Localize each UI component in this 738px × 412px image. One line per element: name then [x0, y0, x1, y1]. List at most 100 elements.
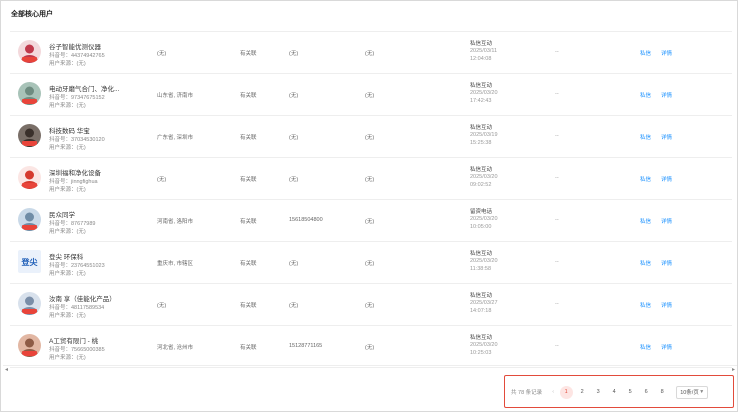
- page-button-6[interactable]: 6: [640, 386, 653, 399]
- user-relation: 有关联: [240, 261, 257, 267]
- user-region: 广东省, 深圳市: [157, 135, 194, 141]
- user-source: 用户来源：(无): [49, 61, 86, 67]
- detail-link[interactable]: 详情: [661, 343, 672, 351]
- user-relation: 有关联: [240, 51, 257, 57]
- user-table: 谷子智能优测仪器 抖音号：44374942765 用户来源：(无) (无) 有关…: [10, 31, 732, 368]
- user-phone: (无): [289, 261, 299, 267]
- message-link[interactable]: 私信: [640, 49, 651, 57]
- last-action: 私信互动: [470, 335, 493, 341]
- avatar-logo-text: 登尖: [21, 257, 38, 267]
- page-size-label: 10条/页: [680, 390, 699, 396]
- last-action-date: 2025/03/19: [470, 132, 498, 138]
- last-action-date: 2025/03/20: [470, 174, 498, 180]
- user-account-id: 抖音号：23764551023: [49, 263, 105, 269]
- message-link[interactable]: 私信: [640, 175, 651, 183]
- last-action-date: 2025/03/20: [470, 216, 498, 222]
- page-button-5[interactable]: 5: [624, 386, 637, 399]
- last-action-time: 10:05:00: [470, 224, 492, 230]
- message-link[interactable]: 私信: [640, 91, 651, 99]
- user-nickname: 科技数码 华宝: [49, 128, 90, 135]
- user-source: 用户来源：(无): [49, 229, 86, 235]
- page-button-4[interactable]: 4: [608, 386, 621, 399]
- page-size-select[interactable]: 10条/页 ▼: [676, 385, 709, 399]
- panel-title: 全部核心用户: [11, 11, 53, 18]
- horizontal-scrollbar[interactable]: ◂ ▸: [3, 365, 737, 373]
- user-region: (无): [157, 177, 167, 183]
- avatar-badge: [22, 99, 37, 104]
- user-relation: 有关联: [240, 135, 257, 141]
- detail-link[interactable]: 详情: [661, 175, 672, 183]
- user-region: 河北省, 沧州市: [157, 345, 194, 351]
- user-phone: (无): [289, 177, 299, 183]
- last-action: 私信互动: [470, 125, 493, 131]
- user-relation: 有关联: [240, 219, 257, 225]
- last-action: 私信互动: [470, 251, 493, 257]
- detail-link[interactable]: 详情: [661, 133, 672, 141]
- last-action: 私信互动: [470, 41, 493, 47]
- avatar-image-icon: 登尖: [18, 250, 41, 273]
- panel: 全部核心用户 谷子智能优测仪器 抖音号：44374942765 用户来源：(无)…: [0, 0, 738, 412]
- message-link[interactable]: 私信: [640, 217, 651, 225]
- last-action-time: 09:02:52: [470, 182, 492, 188]
- message-link[interactable]: 私信: [640, 259, 651, 267]
- avatar-badge: [22, 309, 37, 314]
- user-region: 重庆市, 市辖区: [157, 261, 194, 267]
- last-action-date: 2025/03/20: [470, 90, 498, 96]
- avatar-badge: [22, 57, 37, 62]
- user-note: (无): [365, 93, 375, 99]
- last-action: 留资电话: [470, 209, 493, 215]
- user-account-id: 抖音号：97347675152: [49, 95, 105, 101]
- detail-link[interactable]: 详情: [661, 217, 672, 225]
- user-nickname: 谷子智能优测仪器: [49, 44, 101, 51]
- avatar: 登尖: [18, 250, 41, 273]
- avatar-badge: [22, 351, 37, 356]
- avatar-badge: [22, 141, 37, 146]
- last-action-date: 2025/03/20: [470, 342, 498, 348]
- user-relation: 有关联: [240, 303, 257, 309]
- message-link[interactable]: 私信: [640, 301, 651, 309]
- last-action-time: 15:25:38: [470, 140, 492, 146]
- last-action: 私信互动: [470, 167, 493, 173]
- last-action: 私信互动: [470, 293, 493, 299]
- user-note: (无): [365, 303, 375, 309]
- last-action-date: 2025/03/11: [470, 48, 498, 54]
- message-link[interactable]: 私信: [640, 343, 651, 351]
- avatar: [18, 208, 41, 231]
- user-note: (无): [365, 219, 375, 225]
- detail-link[interactable]: 详情: [661, 91, 672, 99]
- empty-value: --: [555, 175, 559, 181]
- page-button-1[interactable]: 1: [559, 385, 573, 399]
- avatar: [18, 82, 41, 105]
- user-relation: 有关联: [240, 177, 257, 183]
- page-button-3[interactable]: 3: [592, 386, 605, 399]
- user-nickname: 民众同学: [49, 212, 75, 219]
- user-note: (无): [365, 261, 375, 267]
- page-button-8[interactable]: 8: [656, 386, 669, 399]
- empty-value: --: [555, 217, 559, 223]
- detail-link[interactable]: 详情: [661, 301, 672, 309]
- user-nickname: 电动牙磨气合门、净化...: [49, 86, 120, 93]
- last-action-time: 10:25:03: [470, 350, 492, 356]
- prev-page-icon[interactable]: ‹: [548, 389, 558, 395]
- user-account-id: 抖音号：87677989: [49, 221, 96, 227]
- empty-value: --: [555, 91, 559, 97]
- empty-value: --: [555, 133, 559, 139]
- page-button-2[interactable]: 2: [576, 386, 589, 399]
- avatar-badge: [22, 183, 37, 188]
- user-account-id: 抖音号：48117589534: [49, 305, 105, 311]
- last-action-date: 2025/03/20: [470, 258, 498, 264]
- detail-link[interactable]: 详情: [661, 49, 672, 57]
- empty-value: --: [555, 49, 559, 55]
- user-account-id: 抖音号：jinngfighua: [49, 179, 98, 185]
- scroll-right-icon[interactable]: ▸: [732, 366, 735, 373]
- last-action-time: 11:38:58: [470, 266, 492, 272]
- last-action-time: 12:04:08: [470, 56, 492, 62]
- user-nickname: 深圳福和净化设备: [49, 170, 101, 177]
- detail-link[interactable]: 详情: [661, 259, 672, 267]
- user-nickname: A工贸有限门 - 桃: [49, 338, 99, 345]
- user-note: (无): [365, 135, 375, 141]
- table-row: 谷子智能优测仪器 抖音号：44374942765 用户来源：(无) (无) 有关…: [10, 32, 732, 74]
- last-action: 私信互动: [470, 83, 493, 89]
- scroll-left-icon[interactable]: ◂: [5, 366, 8, 373]
- message-link[interactable]: 私信: [640, 133, 651, 141]
